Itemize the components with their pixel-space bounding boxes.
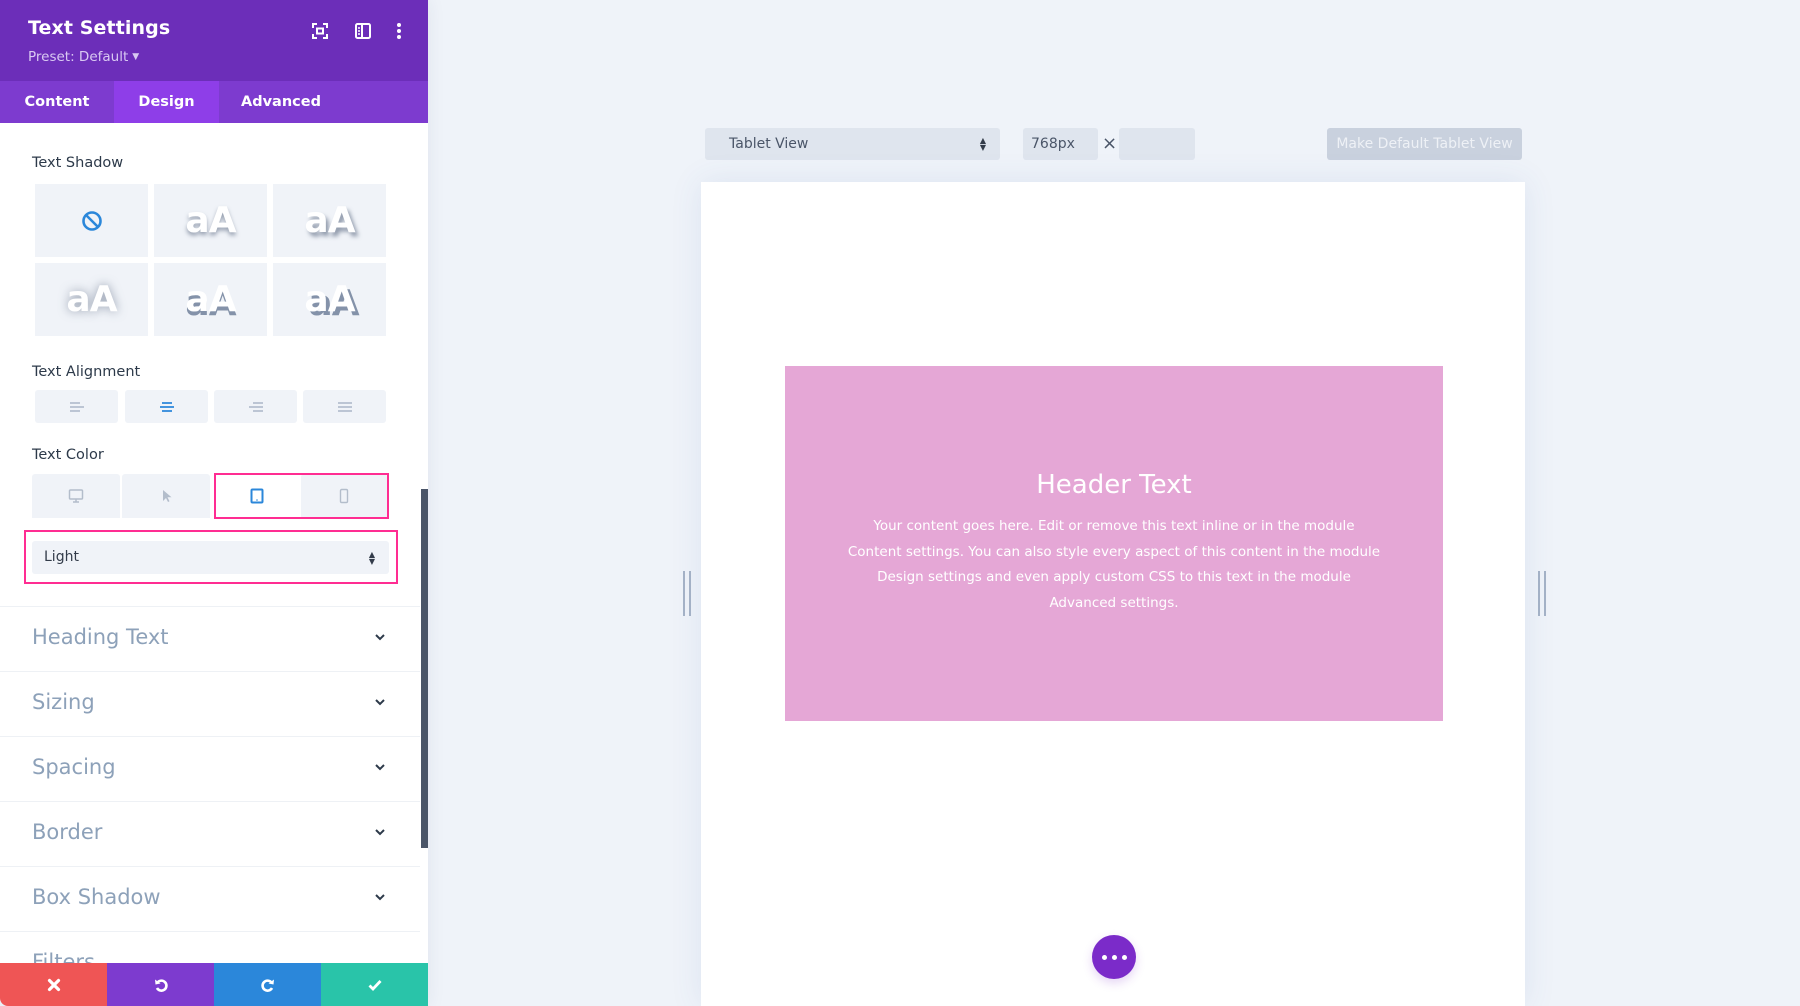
module-body-text: Your content goes here. Edit or remove t…	[847, 518, 1381, 611]
dot	[1121, 954, 1127, 960]
shadow-sample: aA	[304, 279, 355, 320]
panel-tabs: Content Design Advanced	[0, 81, 428, 123]
discard-button[interactable]	[0, 963, 107, 1006]
module-header-text: Header Text	[1036, 470, 1192, 500]
tab-content[interactable]: Content	[0, 81, 114, 123]
height-input[interactable]	[1119, 128, 1195, 160]
panel-header: Text Settings Preset: Default ▼	[0, 0, 428, 81]
tab-advanced[interactable]: Advanced	[219, 81, 343, 123]
text-shadow-label: Text Shadow	[32, 155, 124, 171]
text-shadow-preset-4[interactable]: aA	[154, 263, 267, 336]
accordion-sizing[interactable]: Sizing	[0, 671, 420, 736]
text-color-select[interactable]: Light ▲ ▼	[32, 541, 389, 574]
text-module[interactable]: Header Text Your content goes here. Edit…	[785, 366, 1443, 721]
chevron-down-icon	[375, 764, 385, 771]
make-default-view-button[interactable]: Make Default Tablet View	[1327, 128, 1522, 160]
accordion-label: Spacing	[32, 755, 116, 779]
device-tab-phone[interactable]	[301, 474, 387, 518]
text-shadow-preset-5[interactable]: aA	[273, 263, 386, 336]
times-separator: ×	[1102, 133, 1118, 154]
shadow-sample: aA	[185, 279, 236, 320]
width-input[interactable]: 768px	[1023, 128, 1098, 160]
page-settings-button[interactable]	[1092, 935, 1136, 979]
text-shadow-preset-2[interactable]: aA	[273, 184, 386, 257]
more-options-icon[interactable]	[388, 20, 410, 42]
align-justify-button[interactable]	[303, 390, 386, 423]
right-resize-handle[interactable]	[1538, 571, 1547, 616]
view-mode-value: Tablet View	[729, 136, 809, 152]
accordion-spacing[interactable]: Spacing	[0, 736, 420, 801]
device-tab-desktop[interactable]	[32, 474, 120, 518]
dot	[1101, 954, 1107, 960]
device-tab-tablet[interactable]	[215, 474, 299, 518]
text-color-value: Light	[44, 549, 79, 565]
cursor-icon	[163, 490, 172, 502]
panel-action-bar	[0, 963, 428, 1006]
phone-icon	[339, 488, 349, 504]
chevron-down-icon	[375, 634, 385, 641]
accordion-label: Border	[32, 820, 103, 844]
text-alignment-label: Text Alignment	[32, 364, 141, 380]
view-mode-select[interactable]: Tablet View ▲ ▼	[705, 128, 1000, 160]
redo-icon	[260, 978, 274, 992]
no-shadow-icon	[81, 210, 102, 231]
align-right-button[interactable]	[214, 390, 297, 423]
undo-button[interactable]	[107, 963, 214, 1006]
align-center-button[interactable]	[125, 390, 208, 423]
caret-down-icon: ▼	[132, 52, 140, 62]
chevron-down-icon	[375, 829, 385, 836]
save-button[interactable]	[321, 963, 428, 1006]
panel-title: Text Settings	[28, 17, 171, 39]
shadow-sample: aA	[304, 200, 355, 241]
text-shadow-preset-3[interactable]: aA	[35, 263, 148, 336]
tab-design[interactable]: Design	[114, 81, 219, 123]
align-center-icon	[159, 401, 174, 412]
align-left-button[interactable]	[35, 390, 118, 423]
dot	[1111, 954, 1117, 960]
align-justify-icon	[337, 401, 352, 412]
tablet-icon	[250, 488, 264, 504]
accordion-label: Heading Text	[32, 625, 169, 649]
accordion-heading-text[interactable]: Heading Text	[0, 606, 420, 671]
text-shadow-none[interactable]	[35, 184, 148, 257]
preset-label: Preset: Default	[28, 49, 129, 65]
accordion-box-shadow[interactable]: Box Shadow	[0, 866, 420, 931]
accordion-label: Box Shadow	[32, 885, 161, 909]
align-left-icon	[69, 401, 84, 412]
chevron-down-icon	[375, 894, 385, 901]
select-arrows-icon: ▲ ▼	[368, 549, 375, 566]
text-shadow-preset-1[interactable]: aA	[154, 184, 267, 257]
focus-mode-icon[interactable]	[309, 20, 331, 42]
desktop-icon	[68, 489, 84, 503]
select-arrows-icon: ▲ ▼	[979, 136, 986, 152]
close-icon	[47, 978, 60, 991]
shadow-sample: aA	[66, 279, 117, 320]
accordion-label: Sizing	[32, 690, 95, 714]
settings-panel: Text Settings Preset: Default ▼ Content D…	[0, 0, 428, 1006]
redo-button[interactable]	[214, 963, 321, 1006]
device-tab-hover[interactable]	[122, 474, 210, 518]
check-icon	[368, 979, 382, 991]
split-view-icon[interactable]	[352, 20, 374, 42]
shadow-sample: aA	[185, 200, 236, 241]
align-right-icon	[248, 401, 263, 412]
accordion-border[interactable]: Border	[0, 801, 420, 866]
panel-scrollbar[interactable]	[421, 489, 428, 848]
chevron-down-icon	[375, 699, 385, 706]
undo-icon	[154, 978, 168, 992]
left-resize-handle[interactable]	[683, 571, 692, 616]
text-color-label: Text Color	[32, 447, 104, 463]
preset-dropdown[interactable]: Preset: Default ▼	[28, 49, 139, 65]
